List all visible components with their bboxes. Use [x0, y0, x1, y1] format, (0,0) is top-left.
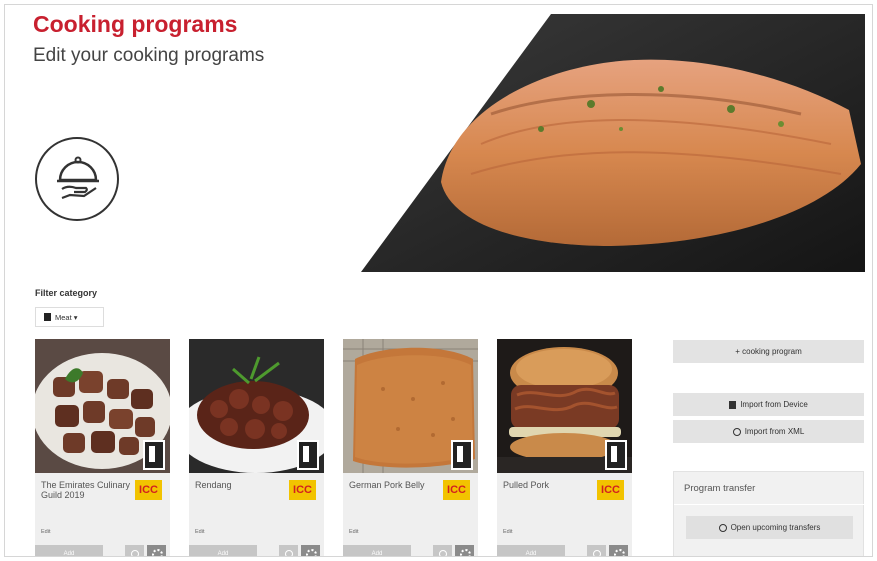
- program-card[interactable]: German Pork Belly ICC Edit Add: [343, 339, 478, 556]
- hero-image: [361, 14, 865, 272]
- filter-selected-value: Meat ▾: [55, 312, 78, 322]
- info-icon[interactable]: [125, 545, 144, 556]
- info-icon[interactable]: [587, 545, 606, 556]
- program-card[interactable]: The Emirates Culinary Guild 2019 ICC Edi…: [35, 339, 170, 556]
- device-icon: [729, 400, 737, 409]
- combi-oven-icon: [605, 440, 627, 470]
- import-from-xml-button[interactable]: Import from XML: [673, 420, 864, 443]
- combi-oven-icon: [451, 440, 473, 470]
- add-cooking-program-button[interactable]: + cooking program: [673, 340, 864, 363]
- info-icon[interactable]: [433, 545, 452, 556]
- page-title: Cooking programs: [33, 11, 238, 37]
- add-cooking-program-label: + cooking program: [735, 347, 802, 356]
- icc-badge: ICC: [289, 480, 316, 500]
- add-button[interactable]: Add: [189, 545, 257, 556]
- serving-cloche-icon: [35, 137, 119, 221]
- clock-icon: [718, 523, 727, 532]
- settings-icon[interactable]: [301, 545, 320, 556]
- open-upcoming-transfers-label: Open upcoming transfers: [730, 523, 821, 532]
- program-transfer-title: Program transfer: [684, 483, 756, 494]
- info-icon[interactable]: [279, 545, 298, 556]
- add-button[interactable]: Add: [35, 545, 103, 556]
- program-name: German Pork Belly: [349, 480, 425, 490]
- program-name: Rendang: [195, 480, 232, 490]
- icc-badge: ICC: [443, 480, 470, 500]
- add-button[interactable]: Add: [343, 545, 411, 556]
- filter-icon: [44, 313, 51, 321]
- settings-icon[interactable]: [147, 545, 166, 556]
- divider: [674, 504, 865, 505]
- program-card[interactable]: Rendang ICC Edit Add: [189, 339, 324, 556]
- import-from-device-button[interactable]: Import from Device: [673, 393, 864, 416]
- icc-badge: ICC: [135, 480, 162, 500]
- import-from-device-label: Import from Device: [740, 400, 808, 409]
- settings-icon[interactable]: [609, 545, 628, 556]
- settings-icon[interactable]: [455, 545, 474, 556]
- filter-category-dropdown[interactable]: Meat ▾: [35, 307, 104, 327]
- edit-link[interactable]: Edit: [503, 529, 512, 535]
- program-transfer-panel: Program transfer Open upcoming transfers: [673, 471, 865, 556]
- edit-link[interactable]: Edit: [195, 529, 204, 535]
- edit-link[interactable]: Edit: [349, 529, 358, 535]
- page-subtitle: Edit your cooking programs: [33, 45, 265, 66]
- program-name: Pulled Pork: [503, 480, 550, 490]
- app-frame: Cooking programs Edit your cooking progr…: [4, 4, 873, 557]
- add-button[interactable]: Add: [497, 545, 565, 556]
- program-name: The Emirates Culinary Guild 2019: [41, 480, 131, 500]
- upload-icon: [732, 427, 741, 436]
- combi-oven-icon: [297, 440, 319, 470]
- import-from-xml-label: Import from XML: [744, 427, 805, 436]
- combi-oven-icon: [143, 440, 165, 470]
- program-card[interactable]: Pulled Pork ICC Edit Add: [497, 339, 632, 556]
- filter-category-label: Filter category: [35, 288, 98, 298]
- icc-badge: ICC: [597, 480, 624, 500]
- edit-link[interactable]: Edit: [41, 529, 50, 535]
- open-upcoming-transfers-button[interactable]: Open upcoming transfers: [686, 516, 853, 539]
